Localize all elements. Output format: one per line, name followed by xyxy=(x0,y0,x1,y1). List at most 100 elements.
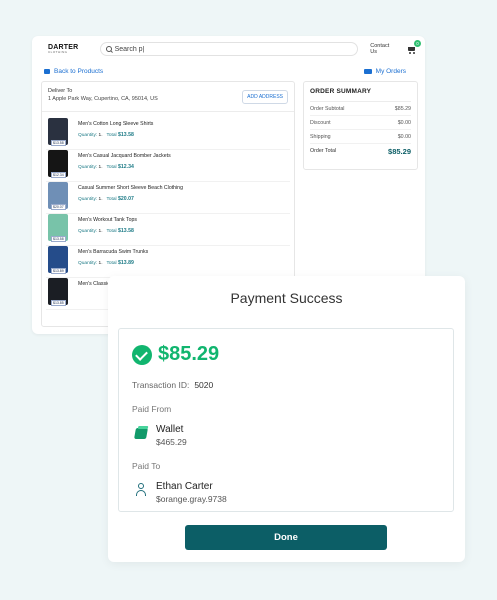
cart-icon[interactable]: 0 xyxy=(407,40,421,54)
amount-row: $85.29 xyxy=(132,343,440,366)
quantity-total-row: Quantity: 1. Total $12.34 xyxy=(78,164,171,170)
back-to-products-link[interactable]: Back to Products xyxy=(44,68,103,75)
search-icon xyxy=(105,46,112,52)
product-thumbnail: $13.58 xyxy=(48,214,68,242)
total-label: Total xyxy=(106,165,117,170)
cart-item-info: Men's Cotton Long Sleeve Shirts Quantity:… xyxy=(78,118,153,149)
paid-amount: $85.29 xyxy=(158,343,220,365)
cart-item-info: Men's Casual Jacquard Bomber Jackets Quan… xyxy=(78,150,171,181)
person-icon xyxy=(135,483,147,497)
search-input[interactable] xyxy=(114,45,315,53)
order-total-value: $85.29 xyxy=(388,146,411,156)
thumbnail-price-tag: $13.89 xyxy=(51,268,66,274)
summary-label: Discount xyxy=(310,119,331,126)
cart-count-badge: 0 xyxy=(414,40,421,47)
item-total: $13.89 xyxy=(117,260,134,266)
product-thumbnail: $13.85 xyxy=(48,278,68,306)
order-total-label: Order Total xyxy=(310,148,337,154)
summary-value: $85.29 xyxy=(394,105,411,112)
summary-row-shipping: Shipping $0.00 xyxy=(310,130,411,144)
nav-row: Back to Products My Orders xyxy=(32,65,425,77)
quantity-total-row: Quantity: 1. Total $13.58 xyxy=(78,132,153,138)
product-thumbnail: $13.89 xyxy=(48,246,68,274)
thumbnail-price-tag: $12.34 xyxy=(51,172,66,178)
top-bar: DARTER CLOTHING Contact Us 0 xyxy=(32,39,425,59)
item-total: $13.58 xyxy=(117,228,134,234)
quantity-total-row: Quantity: 1. Total $13.58 xyxy=(78,228,137,234)
delivery-address: Deliver To 1 Apple Park Way, Cupertino, … xyxy=(42,82,294,112)
cart-item-info: Men's Workout Tank Tops Quantity: 1. Tota… xyxy=(78,214,137,245)
recipient-handle: $orange.gray.9738 xyxy=(156,494,227,504)
search-bar[interactable] xyxy=(99,42,359,56)
product-name: Men's Casual Jacquard Bomber Jackets xyxy=(78,153,171,159)
quantity-label: Quantity: xyxy=(78,197,98,202)
truck-icon xyxy=(363,68,372,74)
paid-to-label: Paid To xyxy=(132,461,161,471)
quantity-separator: . xyxy=(101,229,103,234)
total-label: Total xyxy=(106,197,117,202)
dialog-title: Payment Success xyxy=(230,290,343,306)
cart-item[interactable]: $12.34 Men's Casual Jacquard Bomber Jacke… xyxy=(46,150,290,182)
transaction-label: Transaction ID: xyxy=(132,380,190,390)
total-label: Total xyxy=(106,133,117,138)
cart-item[interactable]: $20.07 Casual Summer Short Sleeve Beach C… xyxy=(46,182,290,214)
summary-label: Order Subtotal xyxy=(310,105,345,112)
cart-item-info: Men's Classic xyxy=(78,278,110,309)
quantity-label: Quantity: xyxy=(78,229,98,234)
product-name: Casual Summer Short Sleeve Beach Clothin… xyxy=(78,185,183,191)
item-total: $12.34 xyxy=(117,164,134,170)
paid-from-party: Wallet $465.29 xyxy=(132,424,440,447)
summary-label: Shipping xyxy=(310,133,331,140)
summary-row-total: Order Total $85.29 xyxy=(310,144,411,158)
product-thumbnail: $13.58 xyxy=(48,118,68,146)
summary-row-discount: Discount $0.00 xyxy=(310,116,411,130)
payment-success-dialog: Payment Success $85.29 Transaction ID: 50… xyxy=(108,276,465,562)
wallet-icon xyxy=(134,428,148,439)
paid-to-section: Paid To Ethan Carter $orange.gray.9738 xyxy=(132,461,440,504)
quantity-total-row: Quantity: 1. Total $20.07 xyxy=(78,196,183,202)
store-icon xyxy=(44,68,50,74)
brand-logo[interactable]: DARTER CLOTHING xyxy=(48,44,82,54)
quantity-separator: . xyxy=(101,261,103,266)
wallet-balance: $465.29 xyxy=(156,437,187,447)
add-address-button[interactable]: ADD ADDRESS xyxy=(242,90,288,104)
total-label: Total xyxy=(106,229,117,234)
order-summary-title: ORDER SUMMARY xyxy=(310,88,411,102)
quantity-label: Quantity: xyxy=(78,165,98,170)
thumbnail-price-tag: $13.58 xyxy=(51,236,66,242)
thumbnail-price-tag: $20.07 xyxy=(51,204,66,210)
item-total: $20.07 xyxy=(117,196,134,202)
done-button[interactable]: Done xyxy=(185,525,387,550)
order-summary: ORDER SUMMARY Order Subtotal $85.29 Disc… xyxy=(303,81,418,170)
paid-to-party: Ethan Carter $orange.gray.9738 xyxy=(132,481,440,504)
product-name: Men's Workout Tank Tops xyxy=(78,217,137,223)
quantity-total-row: Quantity: 1. Total $13.89 xyxy=(78,260,148,266)
summary-value: $0.00 xyxy=(397,133,411,140)
transaction-row: Transaction ID: 5020 xyxy=(132,380,440,390)
paid-from-section: Paid From Wallet $465.29 xyxy=(132,404,440,447)
contact-us-link[interactable]: Contact Us xyxy=(370,43,397,55)
thumbnail-price-tag: $13.58 xyxy=(51,140,66,146)
cart-item-info: Men's Barracuda Swim Trunks Quantity: 1. … xyxy=(78,246,148,277)
back-link-label: Back to Products xyxy=(54,67,104,75)
summary-value: $0.00 xyxy=(397,119,411,126)
wallet-name: Wallet xyxy=(156,424,184,435)
quantity-separator: . xyxy=(101,165,103,170)
cart-item[interactable]: $13.58 Men's Workout Tank Tops Quantity: 1… xyxy=(46,214,290,246)
quantity-separator: . xyxy=(101,197,103,202)
item-total: $13.58 xyxy=(117,132,134,138)
product-thumbnail: $20.07 xyxy=(48,182,68,210)
quantity-label: Quantity: xyxy=(78,261,98,266)
summary-row-subtotal: Order Subtotal $85.29 xyxy=(310,102,411,116)
cart-item-info: Casual Summer Short Sleeve Beach Clothin… xyxy=(78,182,183,213)
product-thumbnail: $12.34 xyxy=(48,150,68,178)
cart-item[interactable]: $13.58 Men's Cotton Long Sleeve Shirts Qua… xyxy=(46,118,290,150)
my-orders-label: My Orders xyxy=(375,67,406,75)
my-orders-link[interactable]: My Orders xyxy=(363,67,406,75)
logo-subtext: CLOTHING xyxy=(48,50,68,54)
cart-item[interactable]: $13.89 Men's Barracuda Swim Trunks Quantit… xyxy=(46,246,290,278)
thumbnail-price-tag: $13.85 xyxy=(51,300,66,306)
total-label: Total xyxy=(106,261,117,266)
quantity-label: Quantity: xyxy=(78,133,98,138)
paid-from-label: Paid From xyxy=(132,404,172,414)
